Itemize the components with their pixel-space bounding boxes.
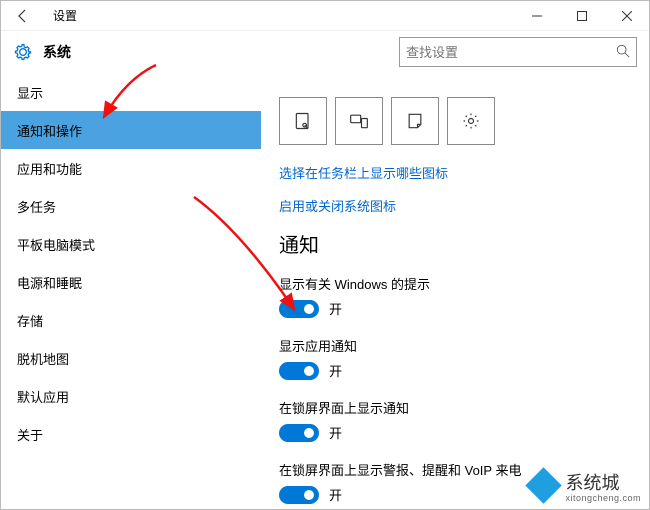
sidebar-item-notifications[interactable]: 通知和操作 xyxy=(1,111,261,149)
sidebar-item-about[interactable]: 关于 xyxy=(1,415,261,453)
sidebar-item-label: 脱机地图 xyxy=(17,349,69,368)
quick-action-note[interactable] xyxy=(391,97,439,145)
sidebar-item-label: 关于 xyxy=(17,425,43,444)
sidebar-item-label: 通知和操作 xyxy=(17,121,82,140)
sidebar: 显示 通知和操作 应用和功能 多任务 平板电脑模式 电源和睡眠 存储 脱机地图 … xyxy=(1,73,261,509)
page-title: 系统 xyxy=(43,42,71,62)
toggle-state: 开 xyxy=(329,299,342,318)
back-button[interactable] xyxy=(9,2,37,30)
toggle-app-notifications: 显示应用通知 开 xyxy=(279,336,631,380)
header: 系统 xyxy=(1,31,649,73)
search-box[interactable] xyxy=(399,37,637,67)
section-heading-notifications: 通知 xyxy=(279,229,631,258)
window-controls xyxy=(514,1,649,31)
sidebar-item-label: 平板电脑模式 xyxy=(17,235,95,254)
sidebar-item-multitask[interactable]: 多任务 xyxy=(1,187,261,225)
sidebar-item-label: 默认应用 xyxy=(17,387,69,406)
tablet-touch-icon xyxy=(293,111,313,131)
quick-action-settings[interactable] xyxy=(447,97,495,145)
sidebar-item-label: 存储 xyxy=(17,311,43,330)
project-icon xyxy=(349,111,369,131)
toggle-switch[interactable] xyxy=(279,362,319,380)
toggle-switch[interactable] xyxy=(279,486,319,504)
toggle-label: 显示应用通知 xyxy=(279,336,631,355)
sidebar-item-apps[interactable]: 应用和功能 xyxy=(1,149,261,187)
toggle-state: 开 xyxy=(329,423,342,442)
titlebar: 设置 xyxy=(1,1,649,31)
toggle-label: 显示有关 Windows 的提示 xyxy=(279,274,631,293)
link-system-icons[interactable]: 启用或关闭系统图标 xyxy=(279,196,631,215)
toggle-windows-tips: 显示有关 Windows 的提示 开 xyxy=(279,274,631,318)
link-taskbar-icons[interactable]: 选择在任务栏上显示哪些图标 xyxy=(279,163,631,182)
toggle-switch[interactable] xyxy=(279,300,319,318)
toggle-label: 在锁屏界面上显示通知 xyxy=(279,398,631,417)
toggle-state: 开 xyxy=(329,361,342,380)
settings-gear-icon xyxy=(461,111,481,131)
sidebar-item-display[interactable]: 显示 xyxy=(1,73,261,111)
sidebar-item-storage[interactable]: 存储 xyxy=(1,301,261,339)
note-icon xyxy=(405,111,425,131)
settings-window: 设置 系统 显示 通知和操作 应用和功能 多任务 平板电脑模式 电源和睡眠 存 xyxy=(0,0,650,510)
sidebar-item-label: 应用和功能 xyxy=(17,159,82,178)
toggle-state: 开 xyxy=(329,485,342,504)
sidebar-item-label: 多任务 xyxy=(17,197,56,216)
quick-actions-row xyxy=(279,97,631,145)
search-icon xyxy=(616,44,630,61)
sidebar-item-power[interactable]: 电源和睡眠 xyxy=(1,263,261,301)
content-pane: 选择在任务栏上显示哪些图标 启用或关闭系统图标 通知 显示有关 Windows … xyxy=(261,73,649,509)
toggle-label: 在锁屏界面上显示警报、提醒和 VoIP 来电 xyxy=(279,460,631,479)
maximize-button[interactable] xyxy=(559,1,604,31)
minimize-button[interactable] xyxy=(514,1,559,31)
sidebar-item-label: 显示 xyxy=(17,83,43,102)
sidebar-item-offline-maps[interactable]: 脱机地图 xyxy=(1,339,261,377)
quick-action-project[interactable] xyxy=(335,97,383,145)
sidebar-item-default-apps[interactable]: 默认应用 xyxy=(1,377,261,415)
sidebar-item-tablet[interactable]: 平板电脑模式 xyxy=(1,225,261,263)
window-title: 设置 xyxy=(53,7,77,24)
toggle-lockscreen-alarms: 在锁屏界面上显示警报、提醒和 VoIP 来电 开 xyxy=(279,460,631,504)
close-button[interactable] xyxy=(604,1,649,31)
toggle-lockscreen-notifications: 在锁屏界面上显示通知 开 xyxy=(279,398,631,442)
sidebar-item-label: 电源和睡眠 xyxy=(17,273,82,292)
quick-action-tablet[interactable] xyxy=(279,97,327,145)
clipped-header xyxy=(279,79,631,87)
toggle-switch[interactable] xyxy=(279,424,319,442)
search-input[interactable] xyxy=(406,45,616,60)
gear-icon xyxy=(13,42,33,62)
